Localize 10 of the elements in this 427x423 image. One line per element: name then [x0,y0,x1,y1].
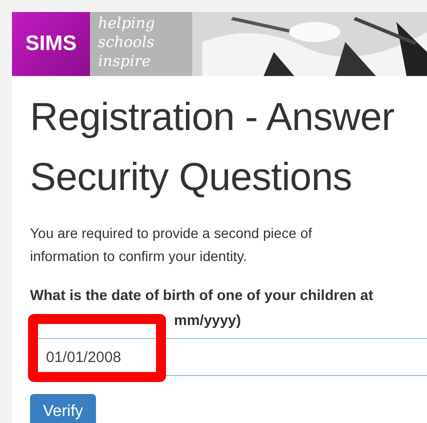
page-title: Security Questions [30,155,353,201]
question-label: What is the date of birth of one of your children at [30,287,374,306]
question-label: mm/yyyy) [174,313,241,329]
tagline-text: helping [98,14,155,33]
logo: SIMS [12,12,90,76]
tagline-text: inspire [98,52,152,71]
page-title: Registration - Answer [30,95,396,141]
tagline-text: schools [98,33,155,52]
intro-text: You are required to provide a second piece of information to confirm your identity. [30,224,314,266]
verify-button[interactable]: Verify [30,394,96,423]
